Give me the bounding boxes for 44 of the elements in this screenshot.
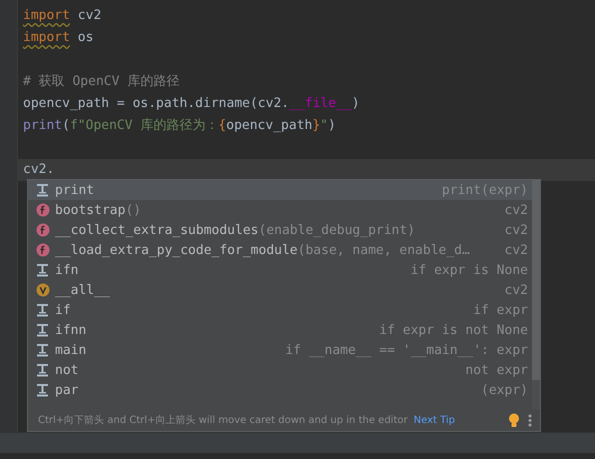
completion-item[interactable]: not not expr xyxy=(28,360,532,380)
code-token: ) xyxy=(328,117,336,135)
completion-item[interactable]: if if expr xyxy=(28,300,532,320)
code-token: import xyxy=(23,7,70,25)
code-token: # 获取 OpenCV 库的路径 xyxy=(23,73,180,91)
scrollbar[interactable] xyxy=(532,180,540,410)
template-icon xyxy=(36,263,50,277)
completion-item[interactable]: ifnn if expr is not None xyxy=(28,320,532,340)
template-icon xyxy=(36,183,50,197)
tip-text: Ctrl+向下箭头 and Ctrl+向上箭头 will move caret down and up in the editor xyxy=(38,414,408,428)
template-icon xyxy=(36,303,50,317)
code-token: } xyxy=(312,117,320,135)
completion-item[interactable]: main if __name__ == '__main__': expr xyxy=(28,340,532,360)
template-icon xyxy=(36,343,50,357)
code-token: " xyxy=(320,117,328,135)
function-icon xyxy=(36,243,50,257)
function-icon xyxy=(36,203,50,217)
code-token: ( xyxy=(62,117,70,135)
code-token: print xyxy=(23,117,62,135)
code-token: cv2. xyxy=(23,161,54,179)
variable-icon xyxy=(36,283,50,297)
completion-item[interactable]: bootstrap() cv2 xyxy=(28,200,532,220)
code-token: opencv_path = os.path.dirname(cv2. xyxy=(23,95,290,113)
code-token: import xyxy=(23,29,70,47)
code-token: __file__ xyxy=(289,95,352,113)
next-tip-link[interactable]: Next Tip xyxy=(414,414,456,426)
completion-item[interactable]: ifn if expr is None xyxy=(28,260,532,280)
completion-item[interactable]: __load_extra_py_code_for_module(base, name, enable_d… cv2 xyxy=(28,240,532,260)
code-token: { xyxy=(218,117,226,135)
completion-item[interactable]: __collect_extra_submodules(enable_debug_print) cv2 xyxy=(28,220,532,240)
completion-item[interactable]: par (expr) xyxy=(28,380,532,400)
code-token: f"OpenCV 库的路径为： xyxy=(70,117,218,135)
more-icon[interactable] xyxy=(528,414,532,427)
template-icon xyxy=(36,323,50,337)
completion-item[interactable]: print print(expr) xyxy=(28,180,532,200)
code-token: opencv_path xyxy=(226,117,312,135)
function-icon xyxy=(36,223,50,237)
code-token: cv2 xyxy=(76,7,102,25)
code-token: ) xyxy=(352,95,360,113)
code-token: os xyxy=(76,29,94,47)
template-icon xyxy=(36,363,50,377)
completion-item[interactable]: __all__ cv2 xyxy=(28,280,532,300)
template-icon xyxy=(36,383,50,397)
lightbulb-icon[interactable] xyxy=(508,412,520,428)
